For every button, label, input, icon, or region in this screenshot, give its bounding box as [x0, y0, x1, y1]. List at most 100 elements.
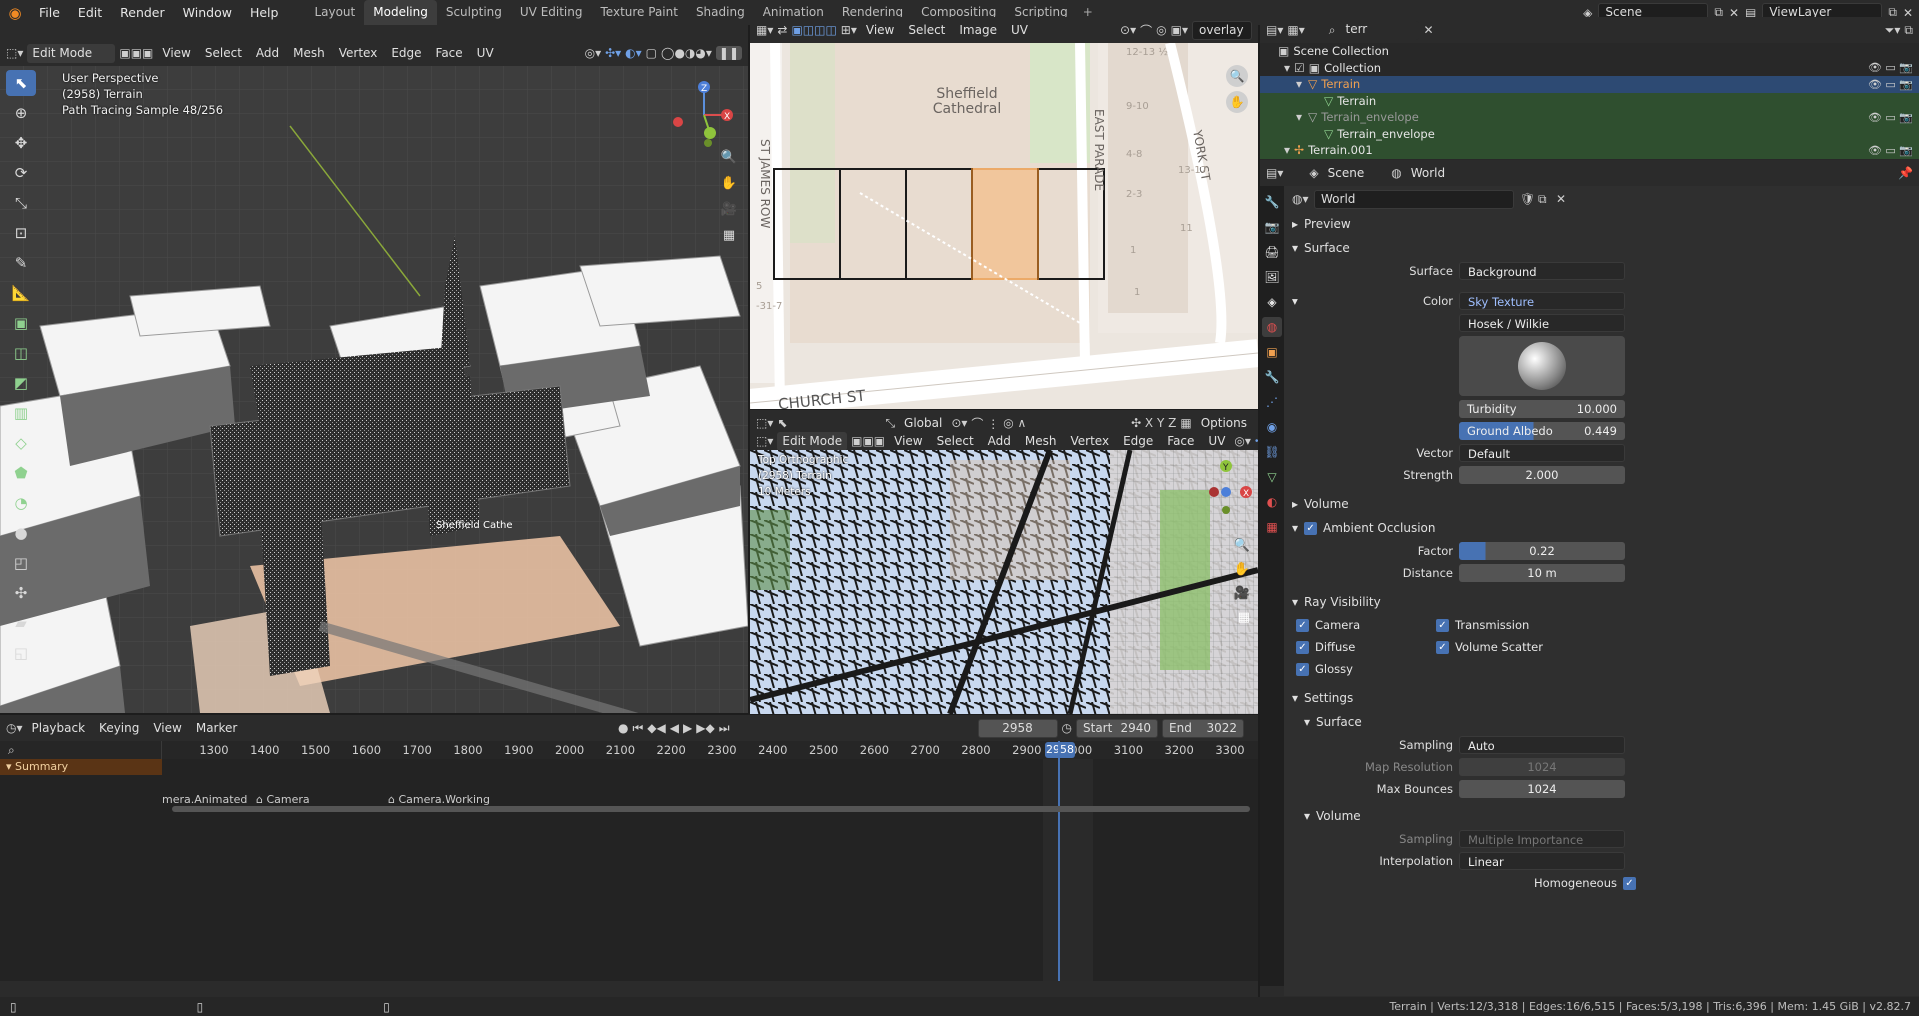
viewport-3d[interactable]: ⬚▾ Edit Mode ▣▣▣ View Select Add Mesh Ve…	[0, 40, 748, 713]
annotate-tool-icon[interactable]: ✎	[6, 250, 36, 276]
pause-render-icon[interactable]: ❚❚	[715, 46, 742, 60]
outliner-row-terrain-envelope-mesh[interactable]: ▽ Terrain_envelope	[1260, 125, 1919, 142]
jump-end-icon[interactable]: ⏭	[719, 721, 730, 736]
physics-tab-icon[interactable]: ◉	[1262, 417, 1282, 437]
gizmo-icon[interactable]: ✣▾	[605, 46, 621, 60]
outliner-row-terrain[interactable]: ▾ ▽ Terrain 👁 ▭ 📷	[1260, 76, 1919, 93]
marker-label[interactable]: mera.Animated	[162, 793, 247, 806]
camera-view-icon[interactable]: 🎥	[1234, 586, 1250, 601]
sync-selection-icon[interactable]: ⇄	[777, 23, 787, 37]
shear-tool-icon[interactable]: ▰	[6, 610, 36, 636]
marker-label[interactable]: ⌂ Camera	[256, 793, 310, 806]
object-tab-icon[interactable]: ▣	[1262, 342, 1282, 362]
play-icon[interactable]: ▶	[683, 721, 692, 735]
ao-factor-slider[interactable]: 0.22	[1459, 542, 1625, 560]
material-tab-icon[interactable]: ◐	[1262, 492, 1282, 512]
tool-tab-icon[interactable]: 🔧	[1262, 192, 1282, 212]
row-toggles[interactable]: 👁 ▭ 📷	[1868, 61, 1913, 74]
move-tool-icon[interactable]: ✥	[6, 130, 36, 156]
select-box-tool-icon[interactable]: ⬉	[6, 70, 36, 96]
rip-tool-icon[interactable]: ◱	[6, 640, 36, 666]
viewport-top-canvas[interactable]: Top Orthographic (2958) Terrain 10 Meter…	[750, 448, 1258, 714]
expand-arrow-icon[interactable]: ▾	[1292, 294, 1298, 308]
knife-tool-icon[interactable]: ◇	[6, 430, 36, 456]
tab-sculpting[interactable]: Sculpting	[437, 0, 511, 25]
camera-view-icon[interactable]: 🎥	[718, 198, 740, 220]
row-toggles[interactable]: 👁 ▭ 📷	[1868, 78, 1913, 91]
texture-tab-icon[interactable]: ▦	[1262, 517, 1282, 537]
menu-uv[interactable]: UV	[472, 44, 499, 63]
editor-type-icon[interactable]: ▦▾	[756, 23, 773, 37]
current-frame-indicator[interactable]: 2958	[1045, 742, 1075, 758]
panel-ray-visibility[interactable]: ▾ Ray Visibility	[1284, 590, 1919, 614]
keying-menu[interactable]: Keying	[94, 719, 144, 738]
world-name-field[interactable]: World	[1314, 189, 1514, 209]
axis-gizmo-icon[interactable]: Y X	[1204, 454, 1254, 514]
menu-edge[interactable]: Edge	[386, 44, 426, 63]
menu-mesh[interactable]: Mesh	[288, 44, 330, 63]
outliner-row-terrain-envelope[interactable]: ▾ ▽ Terrain_envelope 👁 ▭ 📷	[1260, 109, 1919, 126]
blender-logo-icon[interactable]: ◉	[0, 0, 30, 25]
end-frame-field[interactable]: End 3022	[1162, 718, 1244, 738]
select-mode-icons[interactable]: ▣▣▣	[119, 46, 153, 60]
menu-view[interactable]: View	[861, 21, 899, 40]
menu-select[interactable]: Select	[903, 21, 950, 40]
shrink-fatten-tool-icon[interactable]: ✣	[6, 580, 36, 606]
editor-type-icon[interactable]: ▤▾	[1266, 23, 1283, 37]
outliner-row-terrain-mesh[interactable]: ▽ Terrain	[1260, 92, 1919, 109]
sampling-dropdown[interactable]: Auto	[1459, 736, 1625, 754]
panel-preview[interactable]: ▸ Preview	[1284, 212, 1919, 236]
menu-view[interactable]: View	[889, 432, 927, 451]
sky-preview-box[interactable]	[1459, 336, 1625, 396]
panel-settings[interactable]: ▾ Settings	[1284, 686, 1919, 710]
mode-dropdown[interactable]: Edit Mode	[27, 43, 116, 63]
panel-volume[interactable]: ▸ Volume	[1284, 492, 1919, 516]
image-editor[interactable]: ▦▾ ⇄ ▣◫◫◫ ⊞▾ View Select Image UV ⊙▾ ⌒ ◎…	[750, 17, 1258, 409]
new-collection-icon[interactable]: ⧉	[1904, 23, 1913, 38]
cursor-tool-icon[interactable]: ⊕	[6, 100, 36, 126]
current-frame-field[interactable]: 2958	[977, 718, 1058, 738]
ao-checkbox[interactable]: ✓	[1304, 521, 1318, 535]
menu-edit[interactable]: Edit	[69, 0, 111, 25]
editor-type-icon[interactable]: ▤▾	[1266, 166, 1283, 180]
volume-scatter-toggle[interactable]: ✓ Volume Scatter	[1436, 640, 1543, 654]
expand-arrow-icon[interactable]: ▾	[1284, 61, 1290, 75]
orientation-icon[interactable]: ⤡	[885, 416, 895, 431]
menu-select[interactable]: Select	[932, 432, 979, 451]
expand-arrow-icon[interactable]: ▾	[1296, 77, 1302, 91]
data-tab-icon[interactable]: ▽	[1262, 467, 1282, 487]
viewport-canvas[interactable]: Sheffield Cathe	[0, 66, 748, 713]
rotate-tool-icon[interactable]: ⟳	[6, 160, 36, 186]
inset-tool-icon[interactable]: ◫	[6, 340, 36, 366]
image-browse-icon[interactable]: ▣▾	[1171, 23, 1188, 37]
vector-field[interactable]: Default	[1459, 444, 1625, 462]
timeline[interactable]: ◷▾ Playback Keying View Marker ● ⏮ ◆◀ ◀ …	[0, 715, 1258, 997]
tab-layout[interactable]: Layout	[305, 0, 364, 25]
next-keyframe-icon[interactable]: ▶◆	[696, 721, 714, 735]
transform-tool-icon[interactable]: ⊡	[6, 220, 36, 246]
output-tab-icon[interactable]: 🖨	[1262, 242, 1282, 262]
display-mode-icon[interactable]: ▦▾	[1287, 23, 1304, 37]
menu-view[interactable]: View	[148, 719, 186, 738]
extrude-tool-icon[interactable]: ▣	[6, 310, 36, 336]
menu-marker[interactable]: Marker	[191, 719, 242, 738]
panel-ambient-occlusion[interactable]: ▾ ✓ Ambient Occlusion	[1284, 516, 1919, 540]
pan-hand-icon[interactable]: ✋	[718, 172, 740, 194]
clear-search-icon[interactable]: ✕	[1423, 23, 1433, 37]
bevel-tool-icon[interactable]: ◩	[6, 370, 36, 396]
glossy-toggle[interactable]: ✓ Glossy	[1296, 662, 1353, 676]
timeline-ruler[interactable]: ⌕ 1300 1400 1500 1600 1700 1800 1900 2000 2100 22…	[0, 741, 1258, 759]
breadcrumb-scene[interactable]: Scene	[1323, 164, 1370, 183]
world-tab-icon[interactable]: ◍	[1262, 317, 1282, 337]
auto-merge-icon[interactable]: ▦	[1180, 416, 1191, 430]
expand-arrow-icon[interactable]: ▾	[1284, 143, 1290, 157]
menu-vertex[interactable]: Vertex	[1065, 432, 1114, 451]
spin-tool-icon[interactable]: ◔	[6, 490, 36, 516]
vol-sampling-dropdown[interactable]: Multiple Importance	[1459, 830, 1625, 848]
prev-keyframe-icon[interactable]: ◆◀	[647, 721, 665, 735]
pivot-icon[interactable]: ⊙▾	[951, 416, 967, 430]
menu-face[interactable]: Face	[1162, 432, 1199, 451]
viewport-3d-top[interactable]: ⬚▾ ⬉ ⤡ Global ⊙▾ ⌒ ⋮ ◎ ∧ ✣ X Y Z ▦ Optio…	[750, 410, 1258, 714]
image-name-field[interactable]: overlay	[1192, 20, 1252, 40]
transmission-toggle[interactable]: ✓ Transmission	[1436, 618, 1529, 632]
